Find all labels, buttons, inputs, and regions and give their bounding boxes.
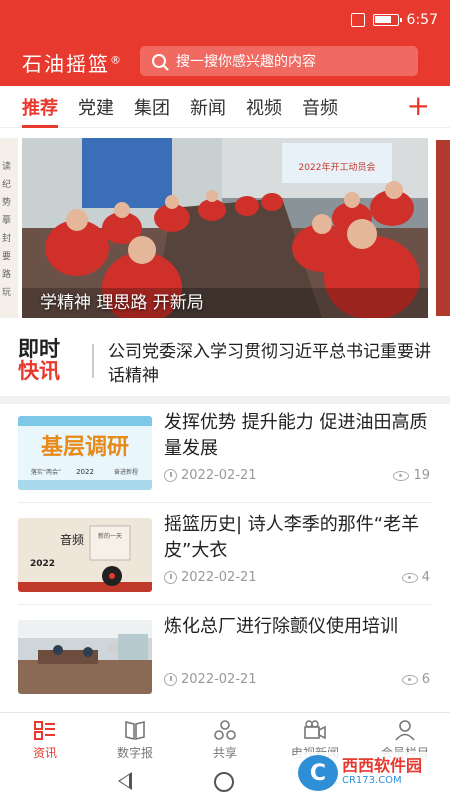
tab-news[interactable]: 新闻 [190,86,226,128]
thumb-tag: 新的一天 [98,532,122,540]
watermark-logo: C [298,755,338,791]
news-thumbnail: 基层调研 2022 落实“两会” 奋进新程 [18,416,152,490]
screen-title: 2022年开工动员会 [299,161,376,173]
flash-headline[interactable]: 公司党委深入学习贯彻习近平总书记重要讲话精神 [108,340,432,388]
news-item[interactable]: 炼化总厂进行除颤仪使用培训 2022-02-21 6 [0,610,450,706]
home-icon[interactable] [214,772,234,792]
registered-mark: ® [110,53,123,67]
thumb-tag: 奋进新程 [114,468,138,476]
date-text: 2022-02-21 [181,468,257,483]
newspaper-icon [125,720,145,741]
thumb-title: 音频 [60,532,84,547]
section-separator [0,396,450,404]
date-text: 2022-02-21 [181,672,257,687]
search-bar[interactable]: 搜一搜你感兴趣的内容 [140,46,418,76]
carousel-next-peek[interactable] [436,140,450,316]
news-title[interactable]: 发挥优势 提升能力 促进油田高质量发展 [164,410,434,462]
news-item[interactable]: 基层调研 2022 落实“两会” 奋进新程 发挥优势 提升能力 促进油田高质量发… [0,406,450,502]
news-date: 2022-02-21 [164,672,257,687]
news-title[interactable]: 摇篮历史| 诗人李季的那件“老羊皮”大衣 [164,512,434,564]
nav-digital-paper[interactable]: 数字报 [90,713,180,764]
eye-icon [401,674,418,685]
banner-caption: 学精神 理思路 开新局 [40,293,204,313]
list-divider [18,502,432,503]
eye-icon [393,470,410,481]
training-photo [18,620,152,694]
search-placeholder: 搜一搜你感兴趣的内容 [176,54,316,70]
battery-icon [372,14,402,26]
view-count: 4 [401,570,430,585]
view-count: 19 [393,468,430,483]
clock-icon [164,673,177,686]
user-icon [395,720,415,741]
news-thumbnail [18,620,152,694]
flash-divider [92,344,94,378]
brand-name: 石油摇篮 [22,52,110,76]
tab-party[interactable]: 党建 [78,86,114,128]
clock-time: 6:57 [406,12,438,28]
vibrate-icon [350,13,365,27]
tab-recommend[interactable]: 推荐 [22,86,58,128]
date-text: 2022-02-21 [181,570,257,585]
nav-share[interactable]: 共享 [180,713,270,764]
audio-graphic: 音频 2022 新的一天 [18,518,152,592]
flash-logo-line1: 即时 [18,337,60,361]
status-bar: 6:57 [350,10,438,30]
carousel-prev-peek[interactable]: 读 纪 势 摹 封 要 路 玩 [0,138,18,318]
research-graphic: 基层调研 2022 落实“两会” 奋进新程 [18,416,152,490]
view-count: 6 [401,672,430,687]
add-channel-icon[interactable]: + [407,92,430,120]
channel-tabs: 推荐 党建 集团 新闻 视频 音频 [0,86,450,128]
views-text: 19 [413,468,430,483]
clock-icon [164,469,177,482]
app-logo: 石油摇篮® [22,48,123,77]
thumb-year: 2022 [30,559,55,569]
tab-audio[interactable]: 音频 [302,86,338,128]
news-item[interactable]: 音频 2022 新的一天 摇篮历史| 诗人李季的那件“老羊皮”大衣 2022-0… [0,508,450,604]
news-list-icon [34,721,55,740]
news-thumbnail: 音频 2022 新的一天 [18,518,152,592]
flash-news-logo: 即时 快讯 [18,338,74,386]
flash-news[interactable]: 即时 快讯 公司党委深入学习贯彻习近平总书记重要讲话精神 [0,330,450,394]
tab-group[interactable]: 集团 [134,86,170,128]
back-icon[interactable] [118,772,132,790]
clock-icon [164,571,177,584]
site-watermark: C 西西软件园 CR173.COM [294,752,434,794]
app-header: 6:57 石油摇篮® 搜一搜你感兴趣的内容 [0,0,450,86]
news-date: 2022-02-21 [164,570,257,585]
tab-video[interactable]: 视频 [246,86,282,128]
list-divider [18,604,432,605]
camera-icon [304,720,326,740]
thumb-year: 2022 [76,468,94,476]
watermark-text: 西西软件园 CR173.COM [342,758,422,788]
thumb-title: 基层调研 [41,435,129,460]
flash-logo-line2: 快讯 [18,359,60,383]
nav-label: 数字报 [116,746,153,760]
views-text: 6 [421,672,430,687]
eye-icon [401,572,418,583]
thumb-tag: 落实“两会” [31,468,61,476]
news-date: 2022-02-21 [164,468,257,483]
views-text: 4 [421,570,430,585]
news-title[interactable]: 炼化总厂进行除颤仪使用培训 [164,614,434,640]
search-icon [152,54,166,68]
nav-news[interactable]: 资讯 [0,713,90,764]
nav-label: 共享 [212,746,237,760]
share-icon [214,720,236,740]
watermark-name: 西西软件园 [342,756,423,775]
watermark-domain: CR173.COM [342,775,402,786]
nav-label: 资讯 [32,746,57,760]
